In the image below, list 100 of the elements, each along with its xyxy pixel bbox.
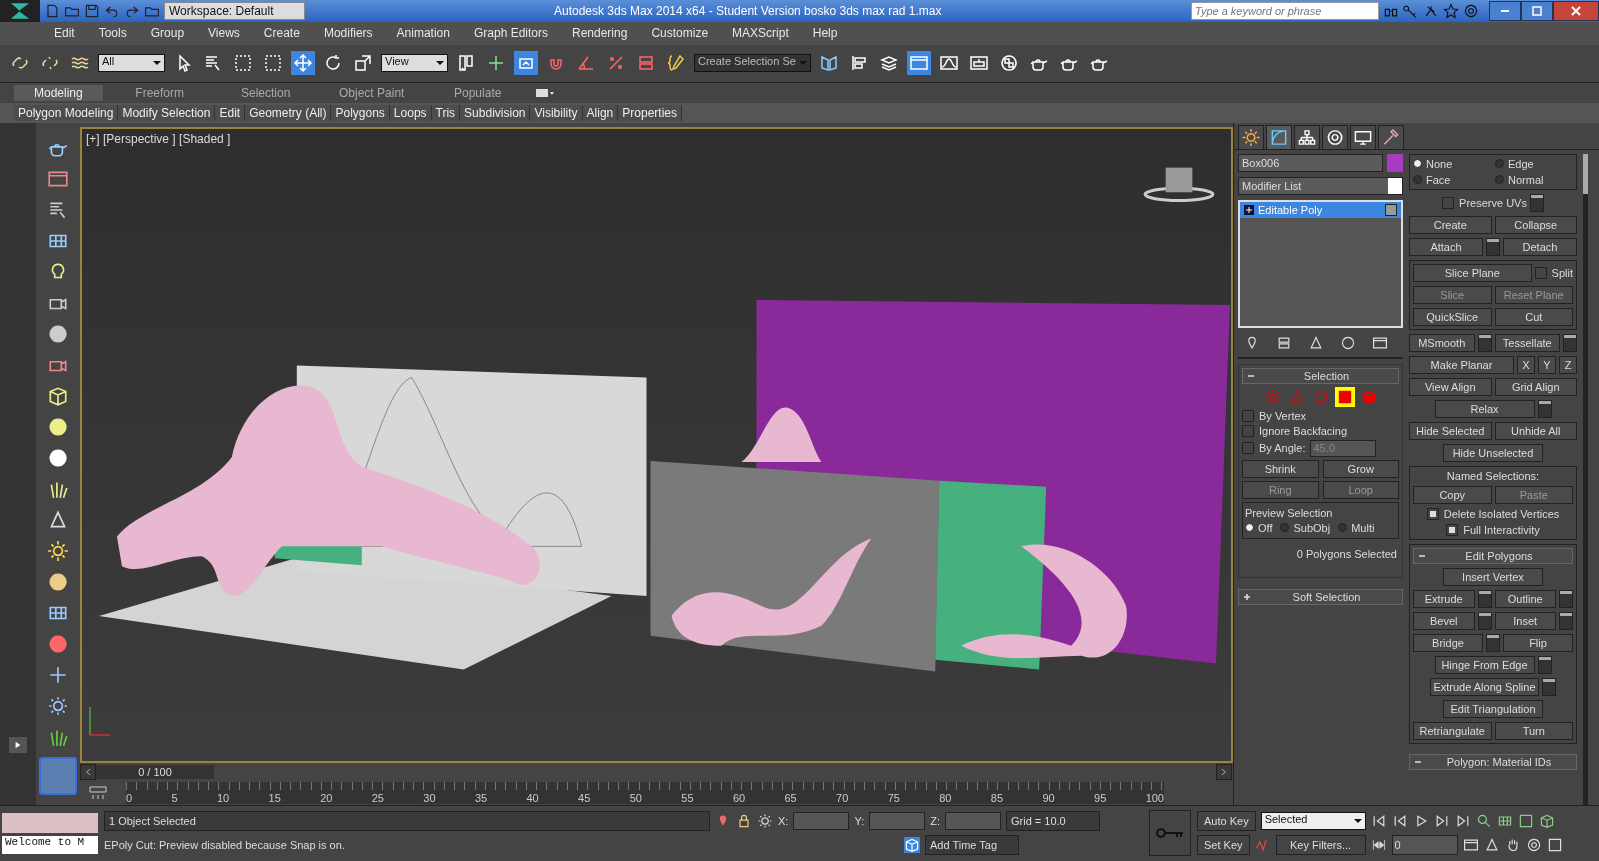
edit-button[interactable]: Bridge: [1413, 633, 1483, 652]
settings-button[interactable]: [1537, 399, 1552, 418]
edit-button[interactable]: Edit Triangulation: [1443, 699, 1543, 718]
edit-button[interactable]: Insert Vertex: [1443, 567, 1543, 586]
settings-button[interactable]: [1477, 611, 1492, 630]
edit-button[interactable]: Create: [1409, 215, 1492, 234]
constraint-radio[interactable]: Normal: [1495, 173, 1573, 186]
search-field[interactable]: Type a keyword or phrase: [1191, 2, 1379, 20]
ribbon-panel-tab[interactable]: Modify Selection: [118, 104, 216, 121]
constraint-radio[interactable]: Face: [1413, 173, 1491, 186]
maxscript-listener-field[interactable]: [2, 812, 98, 833]
option-checkbox[interactable]: Full Interactivity: [1446, 523, 1540, 536]
ribbon-panel-tab[interactable]: Properties: [618, 104, 682, 121]
edit-button[interactable]: Slice Plane: [1413, 263, 1532, 282]
option-checkbox[interactable]: Split: [1534, 266, 1573, 279]
viewport-label[interactable]: [+] [Perspective ] [Shaded ]: [86, 131, 231, 146]
menu-item[interactable]: Animation: [396, 26, 450, 41]
orbit-icon[interactable]: [1525, 837, 1542, 854]
scene-explorer-icon[interactable]: [907, 51, 931, 76]
edit-button[interactable]: Extrude Along Spline: [1430, 677, 1539, 696]
axis-button[interactable]: Y: [1538, 355, 1556, 374]
menu-item[interactable]: Views: [208, 26, 240, 41]
option-checkbox[interactable]: Delete Isolated Vertices: [1426, 507, 1560, 520]
ribbon-tab[interactable]: Object Paint: [322, 85, 421, 102]
edit-button[interactable]: Relax: [1434, 399, 1535, 418]
selection-button[interactable]: Shrink: [1242, 459, 1319, 478]
edit-button[interactable]: Attach: [1409, 237, 1483, 256]
ribbon-panel-tab[interactable]: Edit: [215, 104, 246, 121]
add-time-tag-field[interactable]: Add Time Tag: [925, 835, 1019, 856]
menu-item[interactable]: Modifiers: [323, 26, 373, 41]
settings-button[interactable]: [1477, 589, 1492, 608]
edit-button[interactable]: Unhide All: [1494, 421, 1577, 440]
settings-button[interactable]: [1537, 655, 1552, 674]
maximize-viewport-icon[interactable]: [1546, 837, 1563, 854]
object-name-field[interactable]: Box006: [1238, 153, 1383, 172]
ribbon-tab[interactable]: Freeform: [110, 85, 209, 102]
lock-icon[interactable]: [736, 813, 752, 830]
ribbon-tab[interactable]: Selection: [216, 85, 315, 102]
settings-button[interactable]: [1559, 611, 1573, 630]
settings-button[interactable]: [1541, 677, 1556, 696]
settings-button[interactable]: [1529, 193, 1544, 212]
reference-coordinate-dropdown[interactable]: View: [381, 54, 448, 73]
preview-radio[interactable]: Multi: [1338, 521, 1375, 534]
ribbon-panel-tab[interactable]: Loops: [389, 104, 432, 121]
settings-button[interactable]: [1486, 633, 1500, 652]
previous-frame-button[interactable]: [80, 763, 96, 780]
selection-rollout-header[interactable]: Selection: [1242, 367, 1399, 384]
display-icon[interactable]: [1350, 124, 1376, 149]
axis-button[interactable]: X: [1517, 355, 1535, 374]
edit-button[interactable]: Turn: [1494, 721, 1573, 740]
maxscript-output-field[interactable]: Welcome to M: [2, 835, 98, 854]
motion-icon[interactable]: [1322, 124, 1348, 149]
menu-item[interactable]: Create: [263, 26, 300, 41]
key-filters-button[interactable]: Key Filters...: [1275, 835, 1366, 856]
viewport[interactable]: [+] [Perspective ] [Shaded ]: [80, 126, 1233, 763]
key-mode-dropdown[interactable]: Selected: [1260, 812, 1366, 831]
settings-button[interactable]: [1563, 333, 1577, 352]
ribbon-tab[interactable]: Modeling: [14, 85, 103, 102]
toggle-icon[interactable]: [1385, 203, 1397, 216]
edit-button[interactable]: Detach: [1503, 237, 1577, 256]
edit-button[interactable]: QuickSlice: [1413, 307, 1492, 326]
edit-button[interactable]: Outline: [1494, 589, 1556, 608]
edit-button[interactable]: Flip: [1503, 633, 1573, 652]
ribbon-options-icon[interactable]: [534, 87, 555, 100]
soft-selection-rollout-header[interactable]: Soft Selection: [1238, 588, 1403, 605]
sun-icon[interactable]: [47, 539, 69, 562]
modify-icon[interactable]: [1266, 124, 1292, 149]
option-checkbox[interactable]: Preserve UVs: [1442, 196, 1527, 209]
edit-button[interactable]: Grid Align: [1494, 377, 1577, 396]
menu-item[interactable]: Graph Editors: [473, 26, 548, 41]
preview-radio[interactable]: SubObj: [1280, 521, 1331, 534]
current-frame-field[interactable]: 0: [1391, 835, 1458, 856]
ribbon-panel-tab[interactable]: Polygons: [331, 104, 390, 121]
edit-button[interactable]: Inset: [1494, 611, 1556, 630]
x-coordinate-field[interactable]: [793, 812, 850, 831]
set-key-mode-button[interactable]: Set Key: [1197, 835, 1250, 856]
expand-button[interactable]: [9, 736, 27, 753]
gear-icon[interactable]: [47, 694, 69, 717]
axis-button[interactable]: Z: [1559, 355, 1577, 374]
ribbon-panel-tab[interactable]: Geometry (All): [245, 104, 332, 121]
edit-button[interactable]: View Align: [1409, 377, 1492, 396]
move-icon[interactable]: [291, 51, 315, 76]
edit-button[interactable]: Tessellate: [1494, 333, 1560, 352]
z-coordinate-field[interactable]: [945, 812, 1001, 831]
edit-button[interactable]: Bevel: [1413, 611, 1475, 630]
expand-icon[interactable]: [1244, 204, 1254, 215]
ribbon-panel-tab[interactable]: Polygon Modeling: [14, 104, 119, 121]
edit-button[interactable]: Collapse: [1494, 215, 1577, 234]
key-icon[interactable]: [1403, 3, 1419, 19]
next-frame-button[interactable]: [1216, 763, 1232, 780]
constraint-radio[interactable]: None: [1413, 157, 1491, 170]
settings-button[interactable]: [1477, 333, 1492, 352]
edit-button[interactable]: MSmooth: [1409, 333, 1475, 352]
create-icon[interactable]: [1238, 124, 1264, 149]
option-checkbox[interactable]: Ignore Backfacing: [1242, 424, 1399, 437]
edit-button[interactable]: Extrude: [1413, 589, 1475, 608]
edit-button[interactable]: Cut: [1494, 307, 1573, 326]
edit-button[interactable]: Retriangulate: [1413, 721, 1492, 740]
frame-indicator[interactable]: 0 / 100: [96, 764, 214, 779]
selection-filter-dropdown[interactable]: All: [98, 54, 165, 73]
